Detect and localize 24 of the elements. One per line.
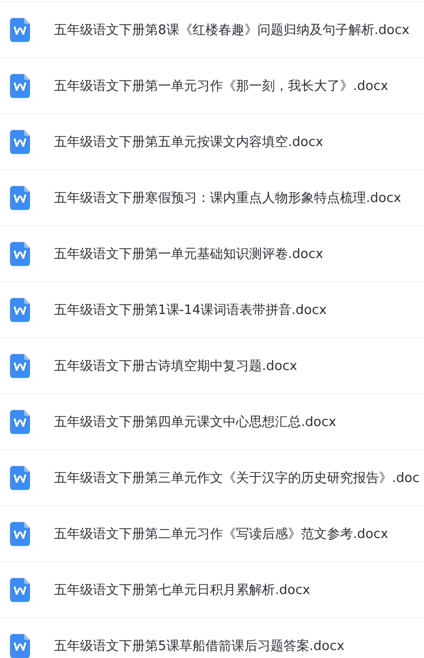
word-document-icon (10, 578, 30, 602)
word-document-icon (10, 466, 30, 490)
word-document-icon (10, 74, 30, 98)
file-name[interactable]: 五年级语文下册第8课《红楼春趣》问题归纳及句子解析.docx (54, 20, 410, 38)
file-name[interactable]: 五年级语文下册第二单元习作《写读后感》范文参考.docx (54, 524, 388, 542)
word-document-icon (10, 298, 30, 322)
file-name[interactable]: 五年级语文下册第五单元按课文内容填空.docx (54, 132, 324, 150)
word-document-icon (10, 242, 30, 266)
file-name[interactable]: 五年级语文下册古诗填空期中复习题.docx (54, 356, 298, 374)
word-document-icon (10, 130, 30, 154)
file-name[interactable]: 五年级语文下册寒假预习：课内重点人物形象特点梳理.docx (54, 188, 402, 206)
file-name[interactable]: 五年级语文下册第5课草船借箭课后习题答案.docx (54, 636, 344, 654)
word-document-icon (10, 634, 30, 658)
word-document-icon (10, 354, 30, 378)
file-name[interactable]: 五年级语文下册第四单元课文中心思想汇总.docx (54, 412, 336, 430)
file-name[interactable]: 五年级语文下册第一单元习作《那一刻，我长大了》.docx (54, 76, 388, 94)
file-name[interactable]: 五年级语文下册第七单元日积月累解析.docx (54, 580, 310, 598)
word-document-icon (10, 522, 30, 546)
word-document-icon (10, 186, 30, 210)
word-document-icon (10, 410, 30, 434)
file-name[interactable]: 五年级语文下册第一单元基础知识测评卷.docx (54, 244, 324, 262)
file-name[interactable]: 五年级语文下册第1课-14课词语表带拼音.docx (54, 300, 327, 318)
word-document-icon (10, 18, 30, 42)
file-name[interactable]: 五年级语文下册第三单元作文《关于汉字的历史研究报告》.doc (54, 468, 420, 486)
